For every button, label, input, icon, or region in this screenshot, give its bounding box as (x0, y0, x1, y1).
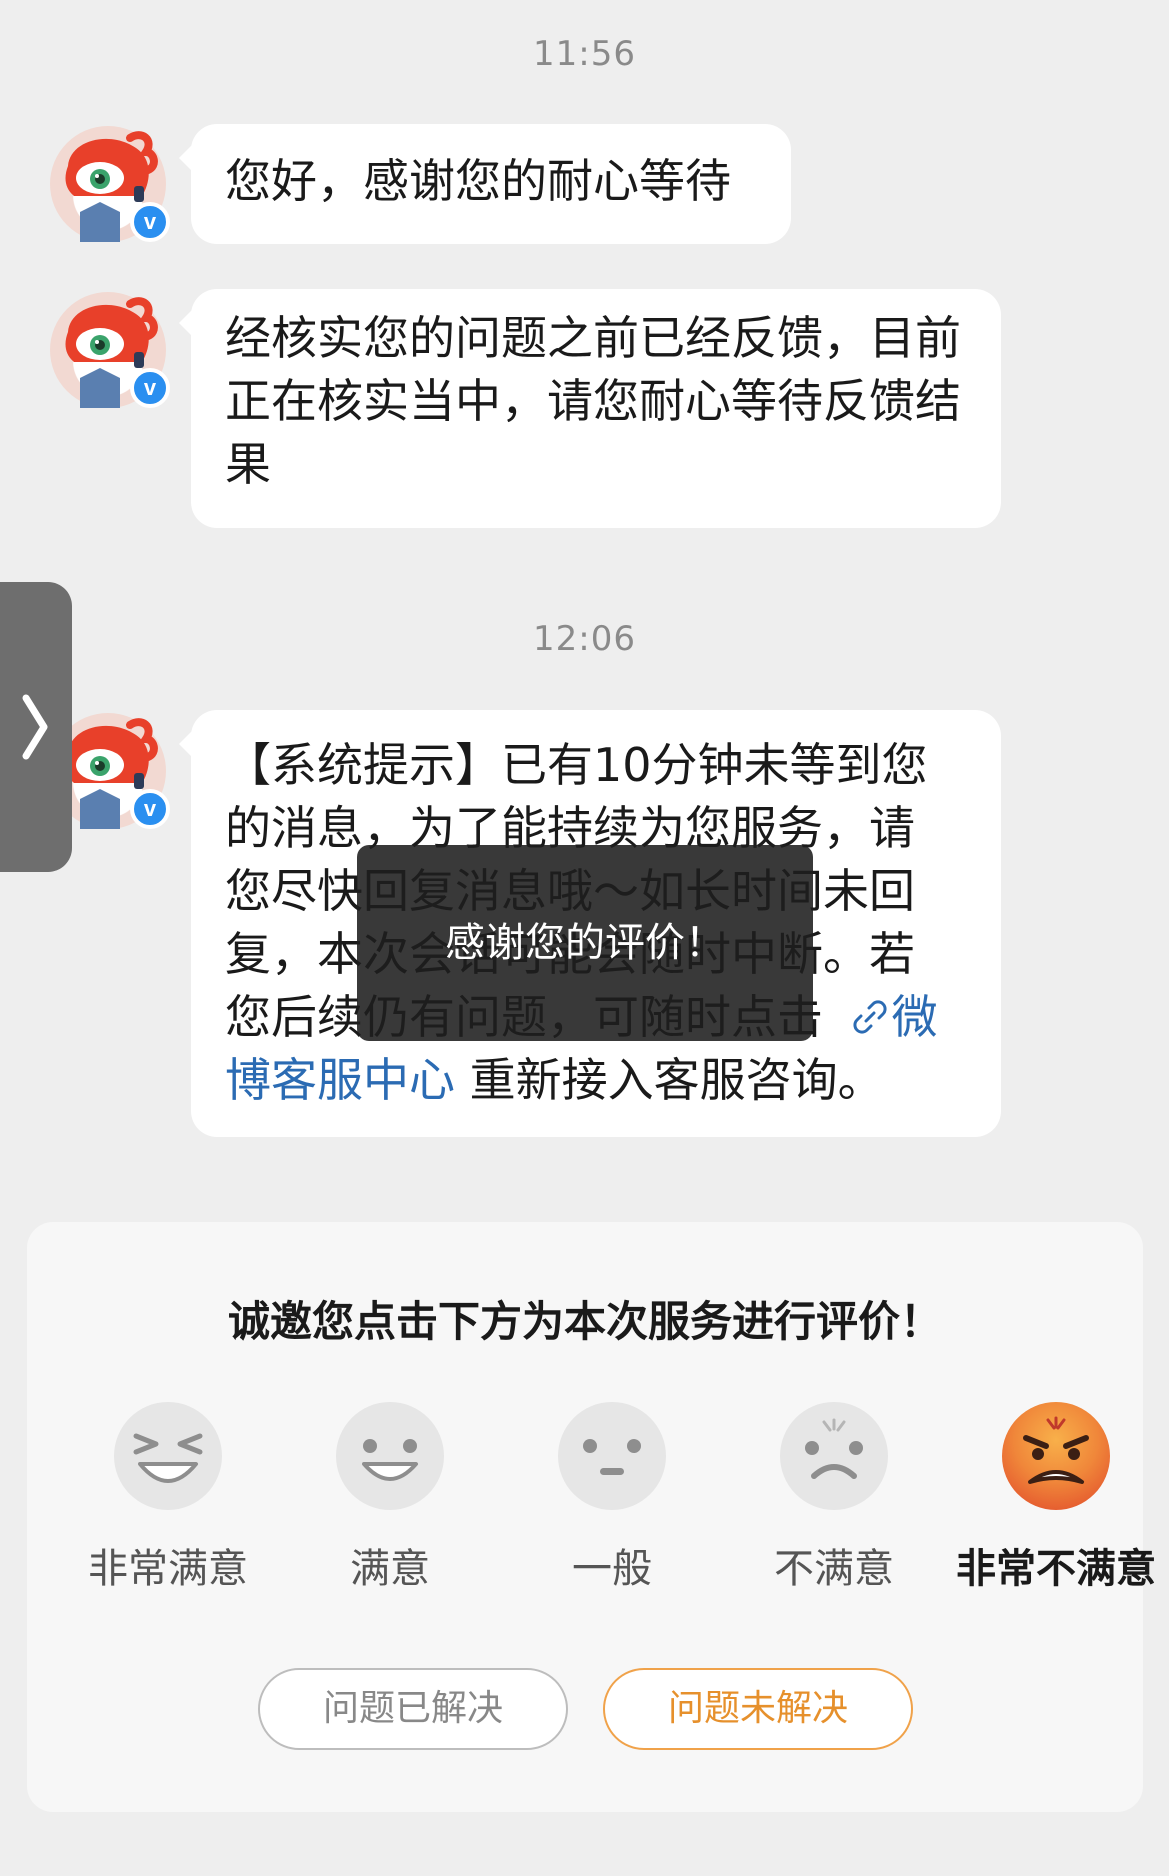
frown-face-icon (780, 1402, 888, 1510)
message-line: 【系统提示】已有10分钟未等到您 (225, 738, 928, 792)
problem-unsolved-button[interactable]: 问题未解决 (603, 1668, 913, 1750)
customer-service-link[interactable]: 微 (838, 990, 938, 1044)
verified-badge: v (130, 368, 170, 408)
laughing-face-icon (114, 1402, 222, 1510)
message-text: 重新接入客服咨询。 (455, 1053, 884, 1107)
agent-avatar[interactable]: v (50, 292, 170, 408)
rating-dissatisfied[interactable]: 不满意 (723, 1402, 945, 1594)
timestamp: 12:06 (533, 619, 636, 659)
rating-satisfied[interactable]: 满意 (279, 1402, 501, 1594)
rating-label: 非常不满意 (956, 1546, 1156, 1592)
rating-label: 非常满意 (88, 1546, 248, 1592)
chevron-right-icon (22, 694, 48, 760)
verified-badge: v (130, 202, 170, 242)
message-bubble: 经核实您的问题之前已经反馈，目前正在核实当中，请您耐心等待反馈结果 (179, 289, 1001, 528)
rating-label: 不满意 (774, 1546, 894, 1592)
rating-panel: 诚邀您点击下方为本次服务进行评价！ 非常满意 满意 一般 不满意 非常不满意 问… (27, 1222, 1156, 1812)
customer-service-link[interactable]: 博客服中心 (225, 1053, 455, 1107)
angry-face-icon (1002, 1402, 1110, 1510)
link-icon (853, 1000, 887, 1034)
rating-very-dissatisfied[interactable]: 非常不满意 (945, 1402, 1167, 1594)
rating-neutral[interactable]: 一般 (501, 1402, 723, 1594)
message-text: 您好，感谢您的耐心等待 (225, 154, 731, 208)
message-line: 博客服中心 重新接入客服咨询。 (225, 1049, 967, 1112)
message-bubble: 您好，感谢您的耐心等待 (179, 124, 791, 244)
rating-title: 诚邀您点击下方为本次服务进行评价！ (227, 1297, 942, 1346)
neutral-face-icon (558, 1402, 666, 1510)
rating-label: 一般 (572, 1546, 652, 1592)
side-expand-tab[interactable] (0, 582, 72, 872)
rating-very-satisfied[interactable]: 非常满意 (57, 1402, 279, 1594)
agent-avatar[interactable]: v (50, 126, 170, 242)
smile-face-icon (336, 1402, 444, 1510)
message-text: 经核实您的问题之前已经反馈，目前正在核实当中，请您耐心等待反馈结果 (225, 311, 961, 491)
problem-solved-button[interactable]: 问题已解决 (258, 1668, 568, 1750)
verified-badge: v (130, 789, 170, 829)
rating-label: 满意 (350, 1546, 430, 1592)
timestamp: 11:56 (533, 34, 636, 74)
toast-message: 感谢您的评价！ (357, 845, 813, 1041)
